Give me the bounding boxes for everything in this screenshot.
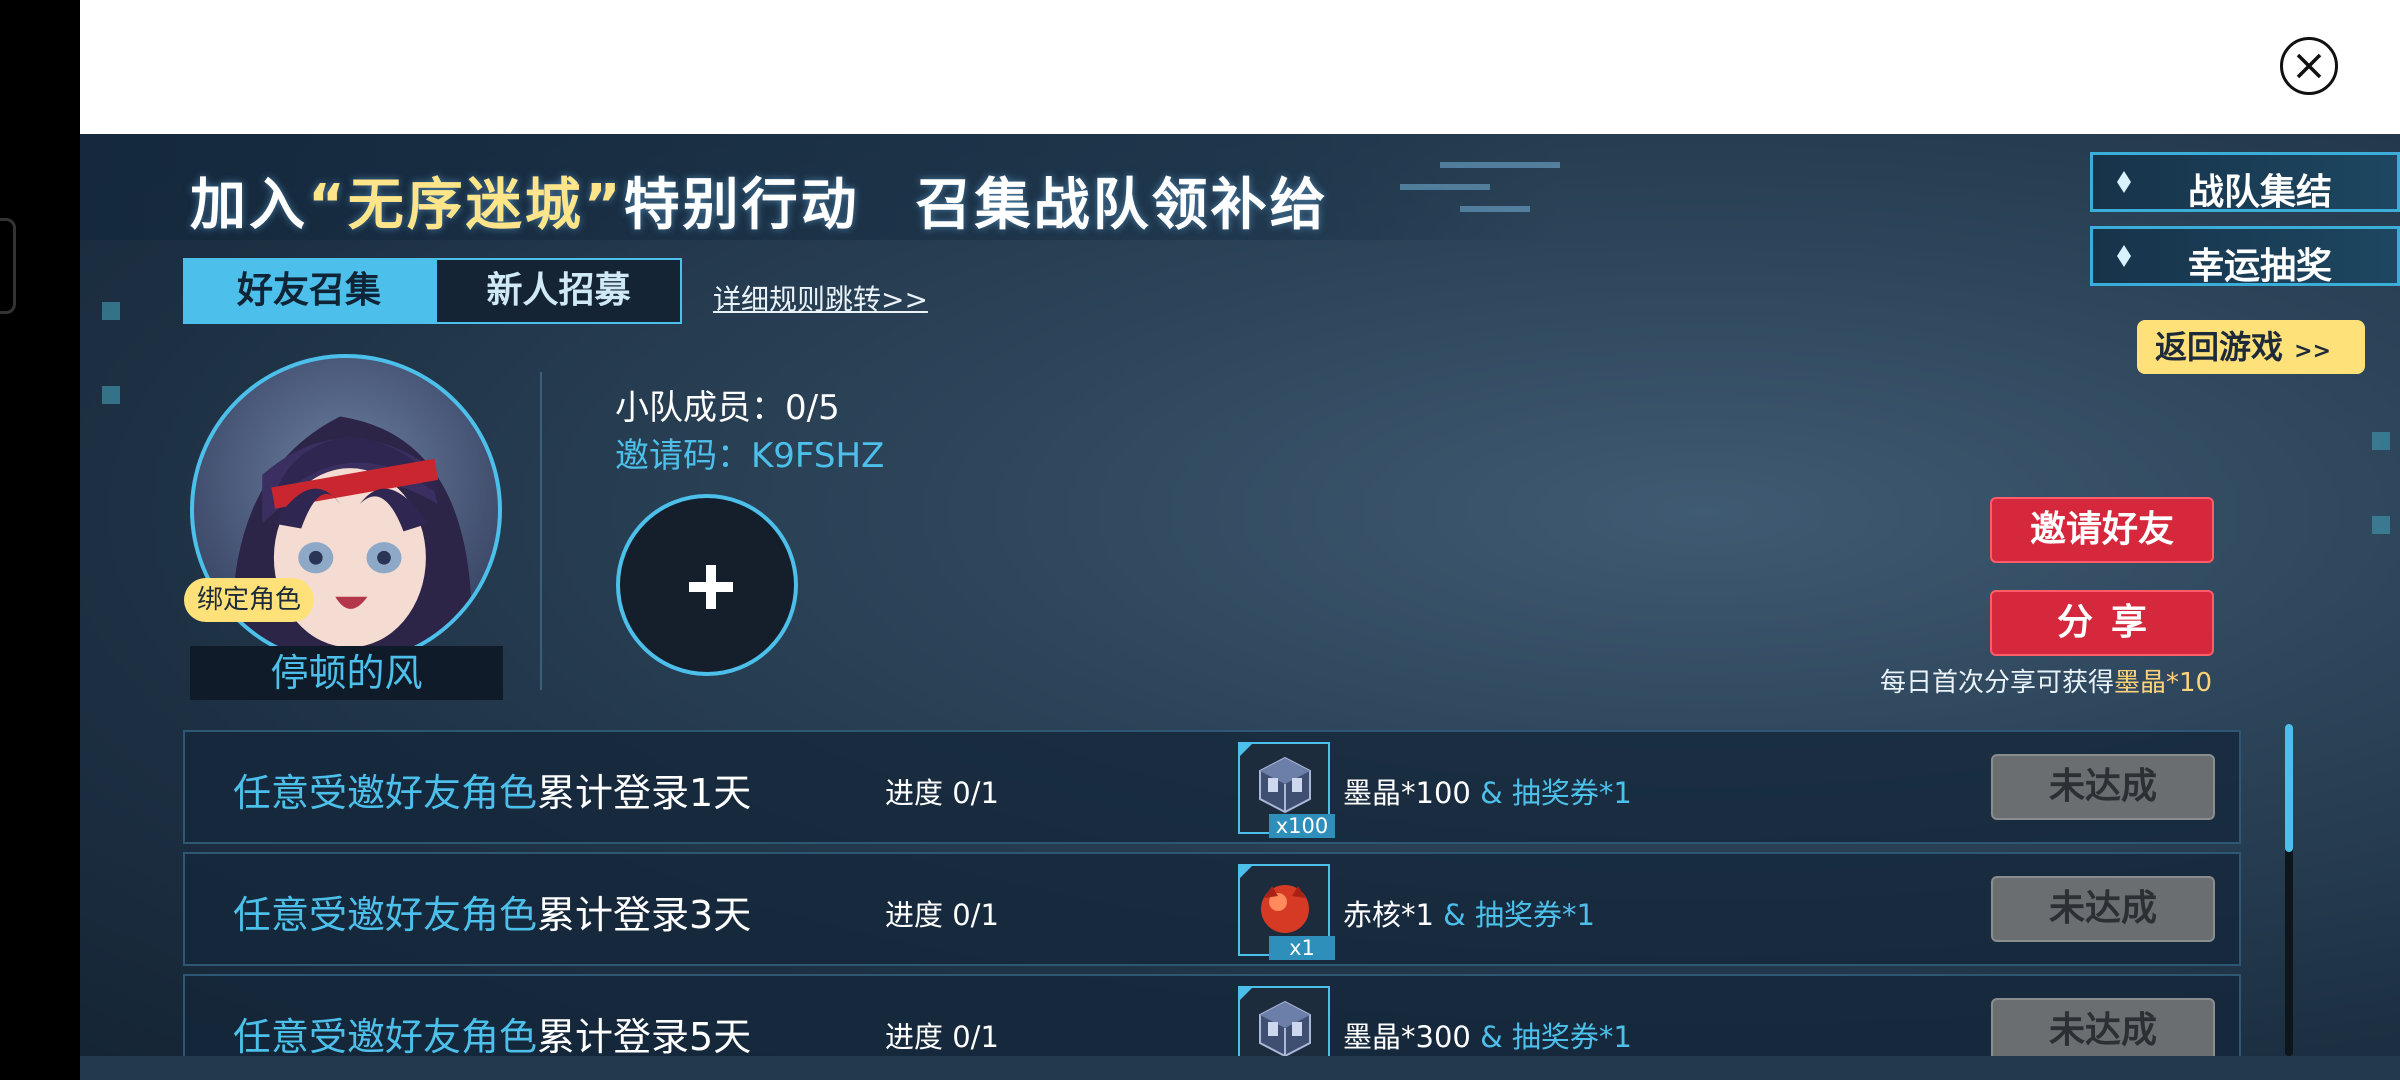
reward-main: 赤核*1 [1343,898,1434,932]
reward-quantity: x1 [1269,936,1335,960]
tab-newbie-recruit[interactable]: 新人招募 [435,258,682,324]
task-title-blue: 任意受邀好友角色 [233,1015,538,1056]
team-members-value: 0/5 [785,388,840,428]
task-title-white: 累计登录1天 [537,771,752,815]
task-row: 任意受邀好友角色累计登录5天 进度 0/1 墨晶*300 & 抽奖券*1 未达成 [183,974,2241,1056]
task-row: 任意受邀好友角色累计登录1天 进度 0/1 x100 墨晶*100 & 抽奖券*… [183,730,2241,844]
tab-friend-summon[interactable]: 好友召集 [183,258,435,324]
crystal-cube-icon [1259,1000,1311,1056]
team-members-text: 小队成员：0/5 [615,380,840,429]
left-notch [0,218,16,314]
decor-square [102,386,120,404]
task-progress: 进度 0/1 [885,1020,999,1054]
banner-title-highlight: “无序迷城” [308,173,624,238]
invite-code-value: K9FSHZ [751,436,885,476]
add-member-button[interactable] [616,494,798,676]
side-tab-label: 战队集结 [2188,172,2333,213]
return-to-game-button[interactable]: 返回游戏 >> [2137,320,2365,374]
banner-title-part2: 特别行动 [623,173,860,238]
task-progress: 进度 0/1 [885,898,999,932]
side-tab-label: 幸运抽奖 [2188,246,2333,287]
scrollbar-thumb[interactable] [2285,724,2293,852]
reward-icon-box[interactable] [1238,986,1330,1056]
bottom-strip [80,1056,2400,1080]
reward-extra: & 抽奖券*1 [1480,1020,1632,1054]
invite-code-label: 邀请码： [615,436,751,476]
reward-icon-box[interactable]: x1 [1238,864,1335,960]
reward-main: 墨晶*300 [1343,1020,1471,1054]
top-header-area [80,0,2400,134]
banner-title-part1: 加入 [190,173,308,238]
side-tab-lucky-draw[interactable]: 幸运抽奖 [2090,226,2400,287]
rules-link[interactable]: 详细规则跳转>> [713,278,928,318]
character-name: 停顿的风 [190,646,503,700]
banner-line [1460,206,1530,212]
banner-title: 加入“无序迷城”特别行动 召集战队领补给 [190,160,1329,241]
crystal-cube-icon [1259,756,1311,814]
task-progress: 进度 0/1 [885,776,999,810]
task-title-white: 累计登录5天 [537,1015,752,1056]
reward-text: 墨晶*300 & 抽奖券*1 [1343,1014,1632,1056]
close-button[interactable] [2280,37,2338,95]
share-button[interactable]: 分享 [1990,590,2214,656]
corner-mark [1238,742,1254,758]
reward-main: 墨晶*100 [1343,776,1471,810]
invite-friend-button[interactable]: 邀请好友 [1990,497,2214,563]
left-system-bar [0,0,80,1080]
reward-extra: & 抽奖券*1 [1443,898,1595,932]
reward-icon-box[interactable]: x100 [1238,742,1335,838]
task-title: 任意受邀好友角色累计登录5天 [233,1006,751,1056]
corner-mark [1238,986,1254,1002]
reward-text: 赤核*1 & 抽奖券*1 [1343,892,1595,934]
side-tab-team-rally[interactable]: 战队集结 [2090,152,2400,213]
task-title-blue: 任意受邀好友角色 [233,893,538,937]
task-status-button[interactable]: 未达成 [1991,876,2215,942]
plus-icon-vertical [706,565,716,609]
reward-text: 墨晶*100 & 抽奖券*1 [1343,770,1632,812]
task-list[interactable]: 任意受邀好友角色累计登录1天 进度 0/1 x100 墨晶*100 & 抽奖券*… [183,730,2241,1056]
bind-character-badge[interactable]: 绑定角色 [184,578,314,622]
decor-square [102,302,120,320]
invite-code-text: 邀请码：K9FSHZ [615,428,884,477]
corner-mark [1238,864,1254,880]
task-title-white: 累计登录3天 [537,893,752,937]
decor-square [2372,516,2390,534]
diamond-icon [2117,245,2131,267]
task-row: 任意受邀好友角色累计登录3天 进度 0/1 x1 赤核*1 & 抽奖券*1 未达… [183,852,2241,966]
banner-line [1400,184,1490,190]
decor-square [2372,432,2390,450]
red-core-icon [1261,885,1309,933]
banner-title-part3: 召集战队领补给 [915,173,1329,238]
share-tip-prefix: 每日首次分享可获得 [1880,668,2115,698]
task-title: 任意受邀好友角色累计登录3天 [233,884,751,939]
task-status-button[interactable]: 未达成 [1991,754,2215,820]
return-label: 返回游戏 [2155,328,2284,366]
task-title: 任意受邀好友角色累计登录1天 [233,762,751,817]
diamond-icon [2117,171,2131,193]
banner-line [1440,162,1560,168]
share-tip-reward: 墨晶*10 [2114,668,2213,698]
reward-quantity: x100 [1269,814,1335,838]
vertical-divider [540,372,542,690]
double-chevron-icon: >> [2294,339,2332,364]
share-tip: 每日首次分享可获得墨晶*10 [1880,662,2212,699]
task-title-blue: 任意受邀好友角色 [233,771,538,815]
close-icon [2296,53,2322,79]
reward-extra: & 抽奖券*1 [1480,776,1632,810]
team-members-label: 小队成员： [615,388,785,428]
task-status-button[interactable]: 未达成 [1991,998,2215,1056]
